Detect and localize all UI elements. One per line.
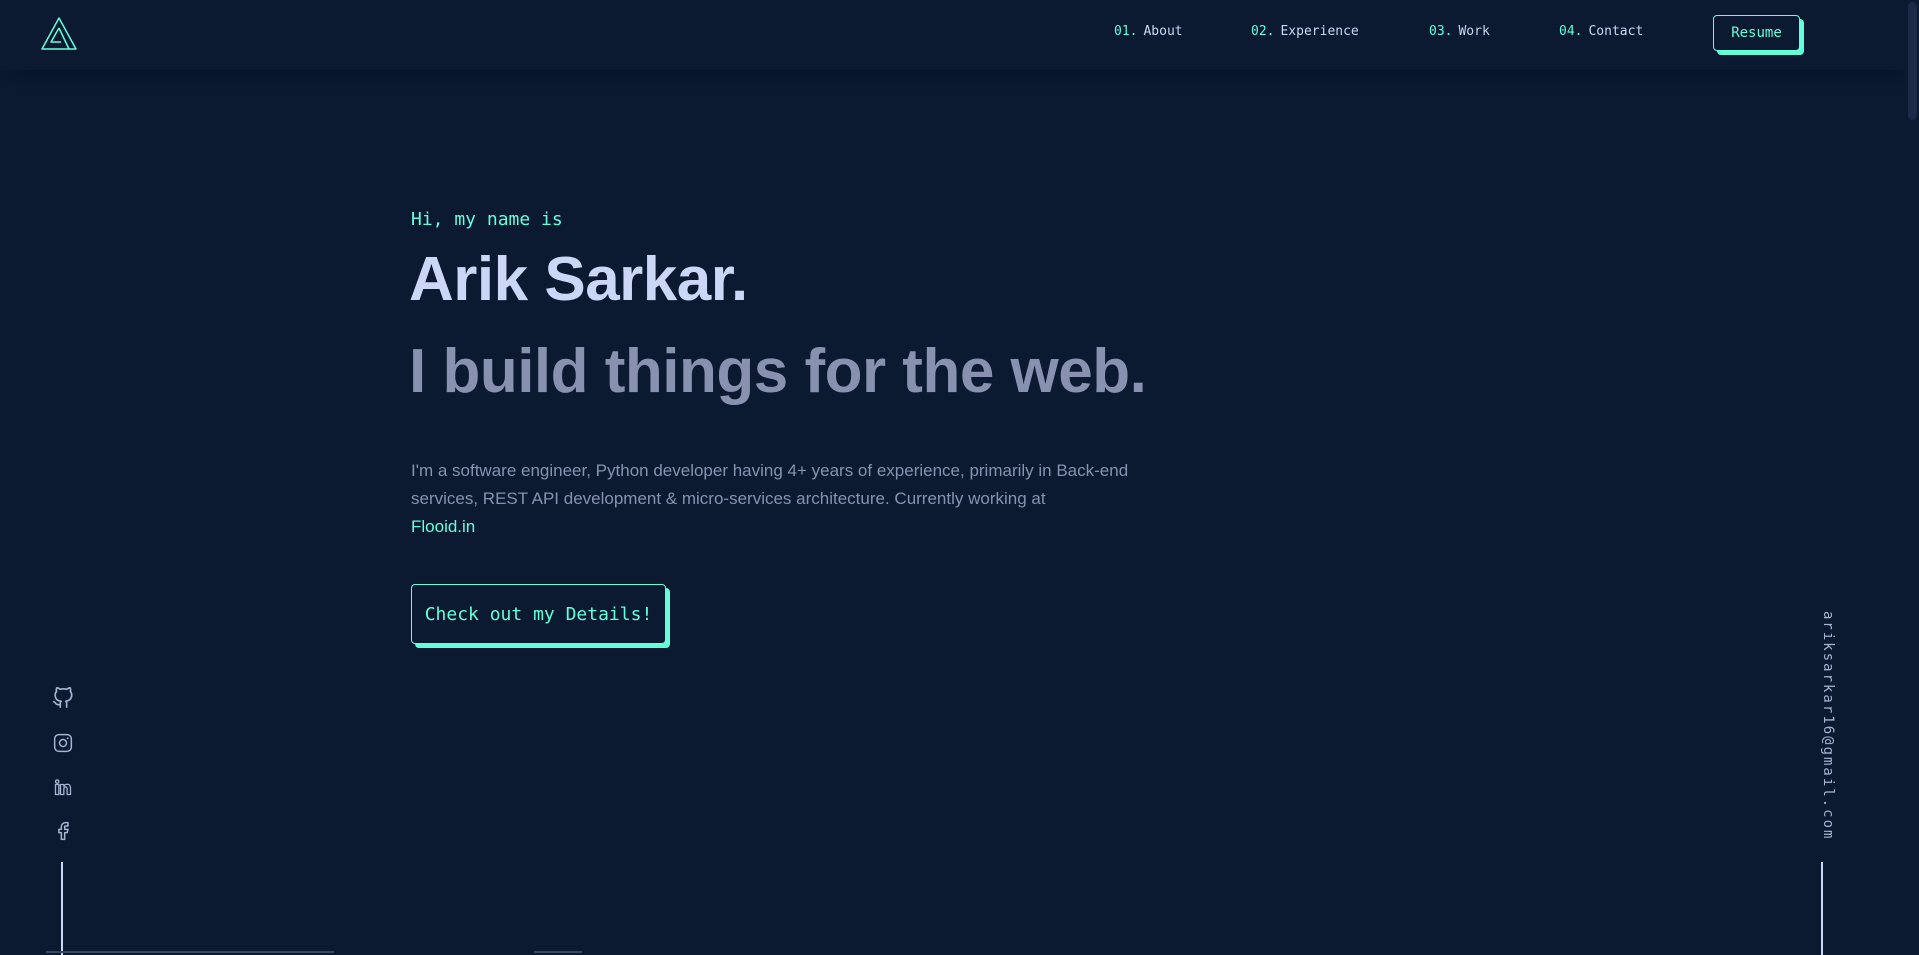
facebook-icon	[58, 821, 69, 841]
nav-number: 04.	[1559, 24, 1583, 39]
site-header: 01. About 02. Experience 03. Work 04. Co…	[0, 0, 1919, 70]
github-link[interactable]	[50, 685, 76, 711]
nav-number: 01.	[1114, 24, 1138, 39]
nav-item-about[interactable]: 01. About	[1114, 24, 1183, 44]
nav-item-experience[interactable]: 02. Experience	[1251, 24, 1359, 44]
nav-label: Contact	[1588, 24, 1644, 39]
github-icon	[53, 687, 73, 708]
company-link[interactable]: Flooid.in	[411, 517, 475, 536]
linkedin-icon	[54, 779, 72, 796]
nav-item-work[interactable]: 03. Work	[1429, 24, 1490, 44]
nav-item-contact[interactable]: 04. Contact	[1559, 24, 1643, 44]
scrollbar-thumb[interactable]	[1908, 2, 1917, 120]
instagram-icon	[53, 733, 73, 753]
main-nav: 01. About	[1114, 24, 1183, 44]
nav-label: About	[1143, 24, 1183, 39]
nav-label: Experience	[1280, 24, 1359, 39]
hero-description-text: I'm a software engineer, Python develope…	[411, 461, 1129, 508]
main-nav: 04. Contact	[1559, 24, 1643, 44]
check-details-button[interactable]: Check out my Details!	[411, 584, 666, 644]
hero-name: Arik Sarkar.	[409, 245, 748, 314]
resume-button-wrapper: Resume	[1713, 15, 1804, 55]
linkedin-link[interactable]	[50, 774, 76, 800]
main-nav: 02. Experience	[1251, 24, 1359, 44]
right-vertical-line	[1821, 862, 1823, 955]
instagram-link[interactable]	[50, 730, 76, 756]
facebook-link[interactable]	[50, 818, 76, 844]
bottom-divider	[534, 951, 582, 953]
left-vertical-line	[61, 862, 63, 955]
resume-button[interactable]: Resume	[1713, 15, 1800, 51]
bottom-divider	[46, 951, 334, 953]
logo-icon[interactable]	[40, 16, 78, 52]
hero-tagline: I build things for the web.	[409, 337, 1147, 406]
scrollbar-track[interactable]	[1905, 0, 1919, 955]
email-link[interactable]: ariksarkar16@gmail.com	[1806, 611, 1836, 840]
nav-label: Work	[1458, 24, 1490, 39]
cta-button-wrapper: Check out my Details!	[411, 584, 670, 648]
nav-number: 03.	[1429, 24, 1453, 39]
main-nav: 03. Work	[1429, 24, 1490, 44]
hero-greeting: Hi, my name is	[411, 209, 563, 230]
nav-number: 02.	[1251, 24, 1275, 39]
hero-description: I'm a software engineer, Python develope…	[411, 457, 1131, 541]
